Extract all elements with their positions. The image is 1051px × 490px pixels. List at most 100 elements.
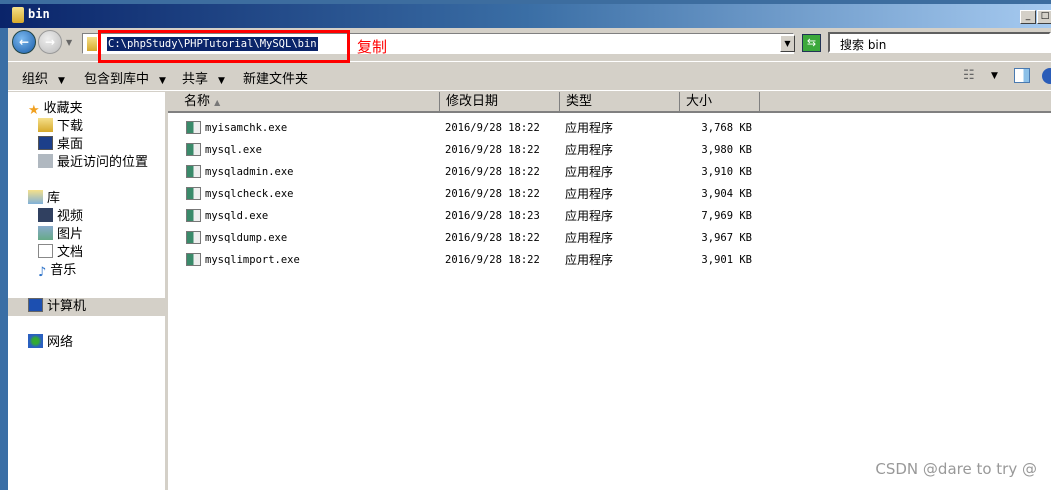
file-type: 应用程序 [565, 187, 614, 201]
file-row[interactable]: mysqlimport.exe 2016/9/28 18:22 应用程序 3,9… [168, 250, 768, 270]
watermark: CSDN @dare to try @ [875, 460, 1037, 478]
file-size: 3,910 KB [701, 166, 752, 178]
share-label: 共享 [182, 72, 209, 87]
sidebar-item-music[interactable]: ♪ 音乐 [38, 262, 76, 280]
minimize-button[interactable]: _ [1020, 10, 1036, 24]
file-date: 2016/9/28 18:22 [445, 144, 540, 156]
label: 下载 [57, 119, 84, 134]
file-type: 应用程序 [565, 209, 614, 223]
sidebar-item-pictures[interactable]: 图片 [38, 226, 83, 244]
sidebar-item-computer[interactable]: 计算机 [8, 298, 165, 316]
file-date: 2016/9/28 18:22 [445, 232, 540, 244]
file-size: 3,904 KB [701, 188, 752, 200]
downloads-icon [38, 118, 53, 132]
organize-button[interactable]: 组织 ▼ [22, 68, 65, 87]
computer-icon [28, 298, 43, 312]
documents-icon [38, 244, 53, 258]
explorer-window: ← → ▼ C:\phpStudy\PHPTutorial\MySQL\bin … [8, 28, 1051, 490]
chevron-down-icon[interactable]: ▼ [991, 71, 998, 81]
share-button[interactable]: 共享 ▼ [182, 68, 225, 87]
label: 视频 [57, 209, 84, 224]
help-icon[interactable] [1042, 68, 1051, 84]
file-name: mysqldump.exe [205, 232, 288, 244]
sidebar-item-videos[interactable]: 视频 [38, 208, 83, 226]
file-date: 2016/9/28 18:22 [445, 122, 540, 134]
exe-file-icon [186, 143, 201, 156]
file-type: 应用程序 [565, 231, 614, 245]
column-header-type[interactable]: 类型 [560, 92, 680, 111]
desktop-icon [38, 136, 53, 150]
file-type: 应用程序 [565, 253, 614, 267]
exe-file-icon [186, 209, 201, 222]
recent-places-icon [38, 154, 53, 168]
folder-icon [12, 7, 24, 23]
view-options-icon[interactable]: ☷ [963, 68, 975, 83]
new-folder-button[interactable]: 新建文件夹 [243, 68, 308, 87]
file-type: 应用程序 [565, 143, 614, 157]
sidebar-item-downloads[interactable]: 下载 [38, 118, 83, 136]
file-name: mysqladmin.exe [205, 166, 294, 178]
library-icon [28, 190, 43, 204]
maximize-button[interactable]: □ [1037, 10, 1051, 24]
file-size: 7,969 KB [701, 210, 752, 222]
label: 收藏夹 [43, 101, 83, 116]
sidebar-item-desktop[interactable]: 桌面 [38, 136, 83, 154]
chevron-down-icon: ▼ [159, 76, 166, 86]
sidebar-item-libraries[interactable]: 库 [28, 190, 60, 208]
file-date: 2016/9/28 18:22 [445, 188, 540, 200]
exe-file-icon [186, 165, 201, 178]
exe-file-icon [186, 231, 201, 244]
chevron-down-icon: ▼ [218, 76, 225, 86]
file-date: 2016/9/28 18:23 [445, 210, 540, 222]
window-title: bin [28, 7, 50, 21]
file-row[interactable]: myisamchk.exe 2016/9/28 18:22 应用程序 3,768… [168, 118, 768, 138]
label: 库 [47, 191, 61, 206]
folder-icon [87, 37, 97, 51]
file-type: 应用程序 [565, 165, 614, 179]
file-date: 2016/9/28 18:22 [445, 166, 540, 178]
file-size: 3,901 KB [701, 254, 752, 266]
file-list: 名称 ▲ 修改日期 类型 大小 myisamchk.exe 2016/9/28 … [168, 92, 1051, 490]
highlight-box [98, 30, 350, 63]
exe-file-icon [186, 253, 201, 266]
address-dropdown-button[interactable]: ▼ [780, 35, 795, 52]
preview-pane-icon[interactable] [1014, 68, 1030, 83]
sidebar-item-network[interactable]: 网络 [28, 334, 73, 352]
column-header-date[interactable]: 修改日期 [440, 92, 560, 111]
file-name: myisamchk.exe [205, 122, 288, 134]
command-bar: 组织 ▼ 包含到库中 ▼ 共享 ▼ 新建文件夹 ☷ ▼ [8, 61, 1051, 91]
label: 桌面 [57, 137, 84, 152]
forward-button[interactable]: → [38, 30, 62, 54]
include-library-label: 包含到库中 [84, 72, 150, 87]
column-header-name[interactable]: 名称 ▲ [168, 92, 440, 111]
column-header-size[interactable]: 大小 [680, 92, 760, 111]
file-row[interactable]: mysqldump.exe 2016/9/28 18:22 应用程序 3,967… [168, 228, 768, 248]
label: 计算机 [47, 299, 87, 314]
column-header-row: 名称 ▲ 修改日期 类型 大小 [168, 92, 1051, 113]
file-row[interactable]: mysqlcheck.exe 2016/9/28 18:22 应用程序 3,90… [168, 184, 768, 204]
sidebar-item-recent[interactable]: 最近访问的位置 [38, 154, 148, 172]
label: 图片 [57, 227, 84, 242]
music-icon: ♪ [38, 265, 47, 280]
file-size: 3,768 KB [701, 122, 752, 134]
file-row[interactable]: mysqladmin.exe 2016/9/28 18:22 应用程序 3,91… [168, 162, 768, 182]
include-library-button[interactable]: 包含到库中 ▼ [84, 68, 166, 87]
label: 网络 [47, 335, 74, 350]
label: 名称 [184, 94, 211, 109]
file-size: 3,967 KB [701, 232, 752, 244]
label: 音乐 [50, 263, 77, 278]
label: 文档 [57, 245, 84, 260]
file-name: mysqlcheck.exe [205, 188, 294, 200]
history-dropdown-icon[interactable]: ▼ [66, 38, 72, 47]
file-row[interactable]: mysql.exe 2016/9/28 18:22 应用程序 3,980 KB [168, 140, 768, 160]
file-size: 3,980 KB [701, 144, 752, 156]
sidebar-item-favorites[interactable]: ★ 收藏夹 [28, 100, 83, 118]
back-button[interactable]: ← [12, 30, 36, 54]
search-input[interactable]: 搜索 bin [828, 32, 1051, 53]
file-row[interactable]: mysqld.exe 2016/9/28 18:23 应用程序 7,969 KB [168, 206, 768, 226]
refresh-button[interactable]: ⇆ [802, 34, 821, 52]
navigation-pane: ★ 收藏夹 下载 桌面 最近访问的位置 库 视频 图片 文档 ♪ 音乐 计算机 网络 [8, 92, 165, 490]
exe-file-icon [186, 121, 201, 134]
network-icon [28, 334, 43, 348]
sidebar-item-documents[interactable]: 文档 [38, 244, 83, 262]
